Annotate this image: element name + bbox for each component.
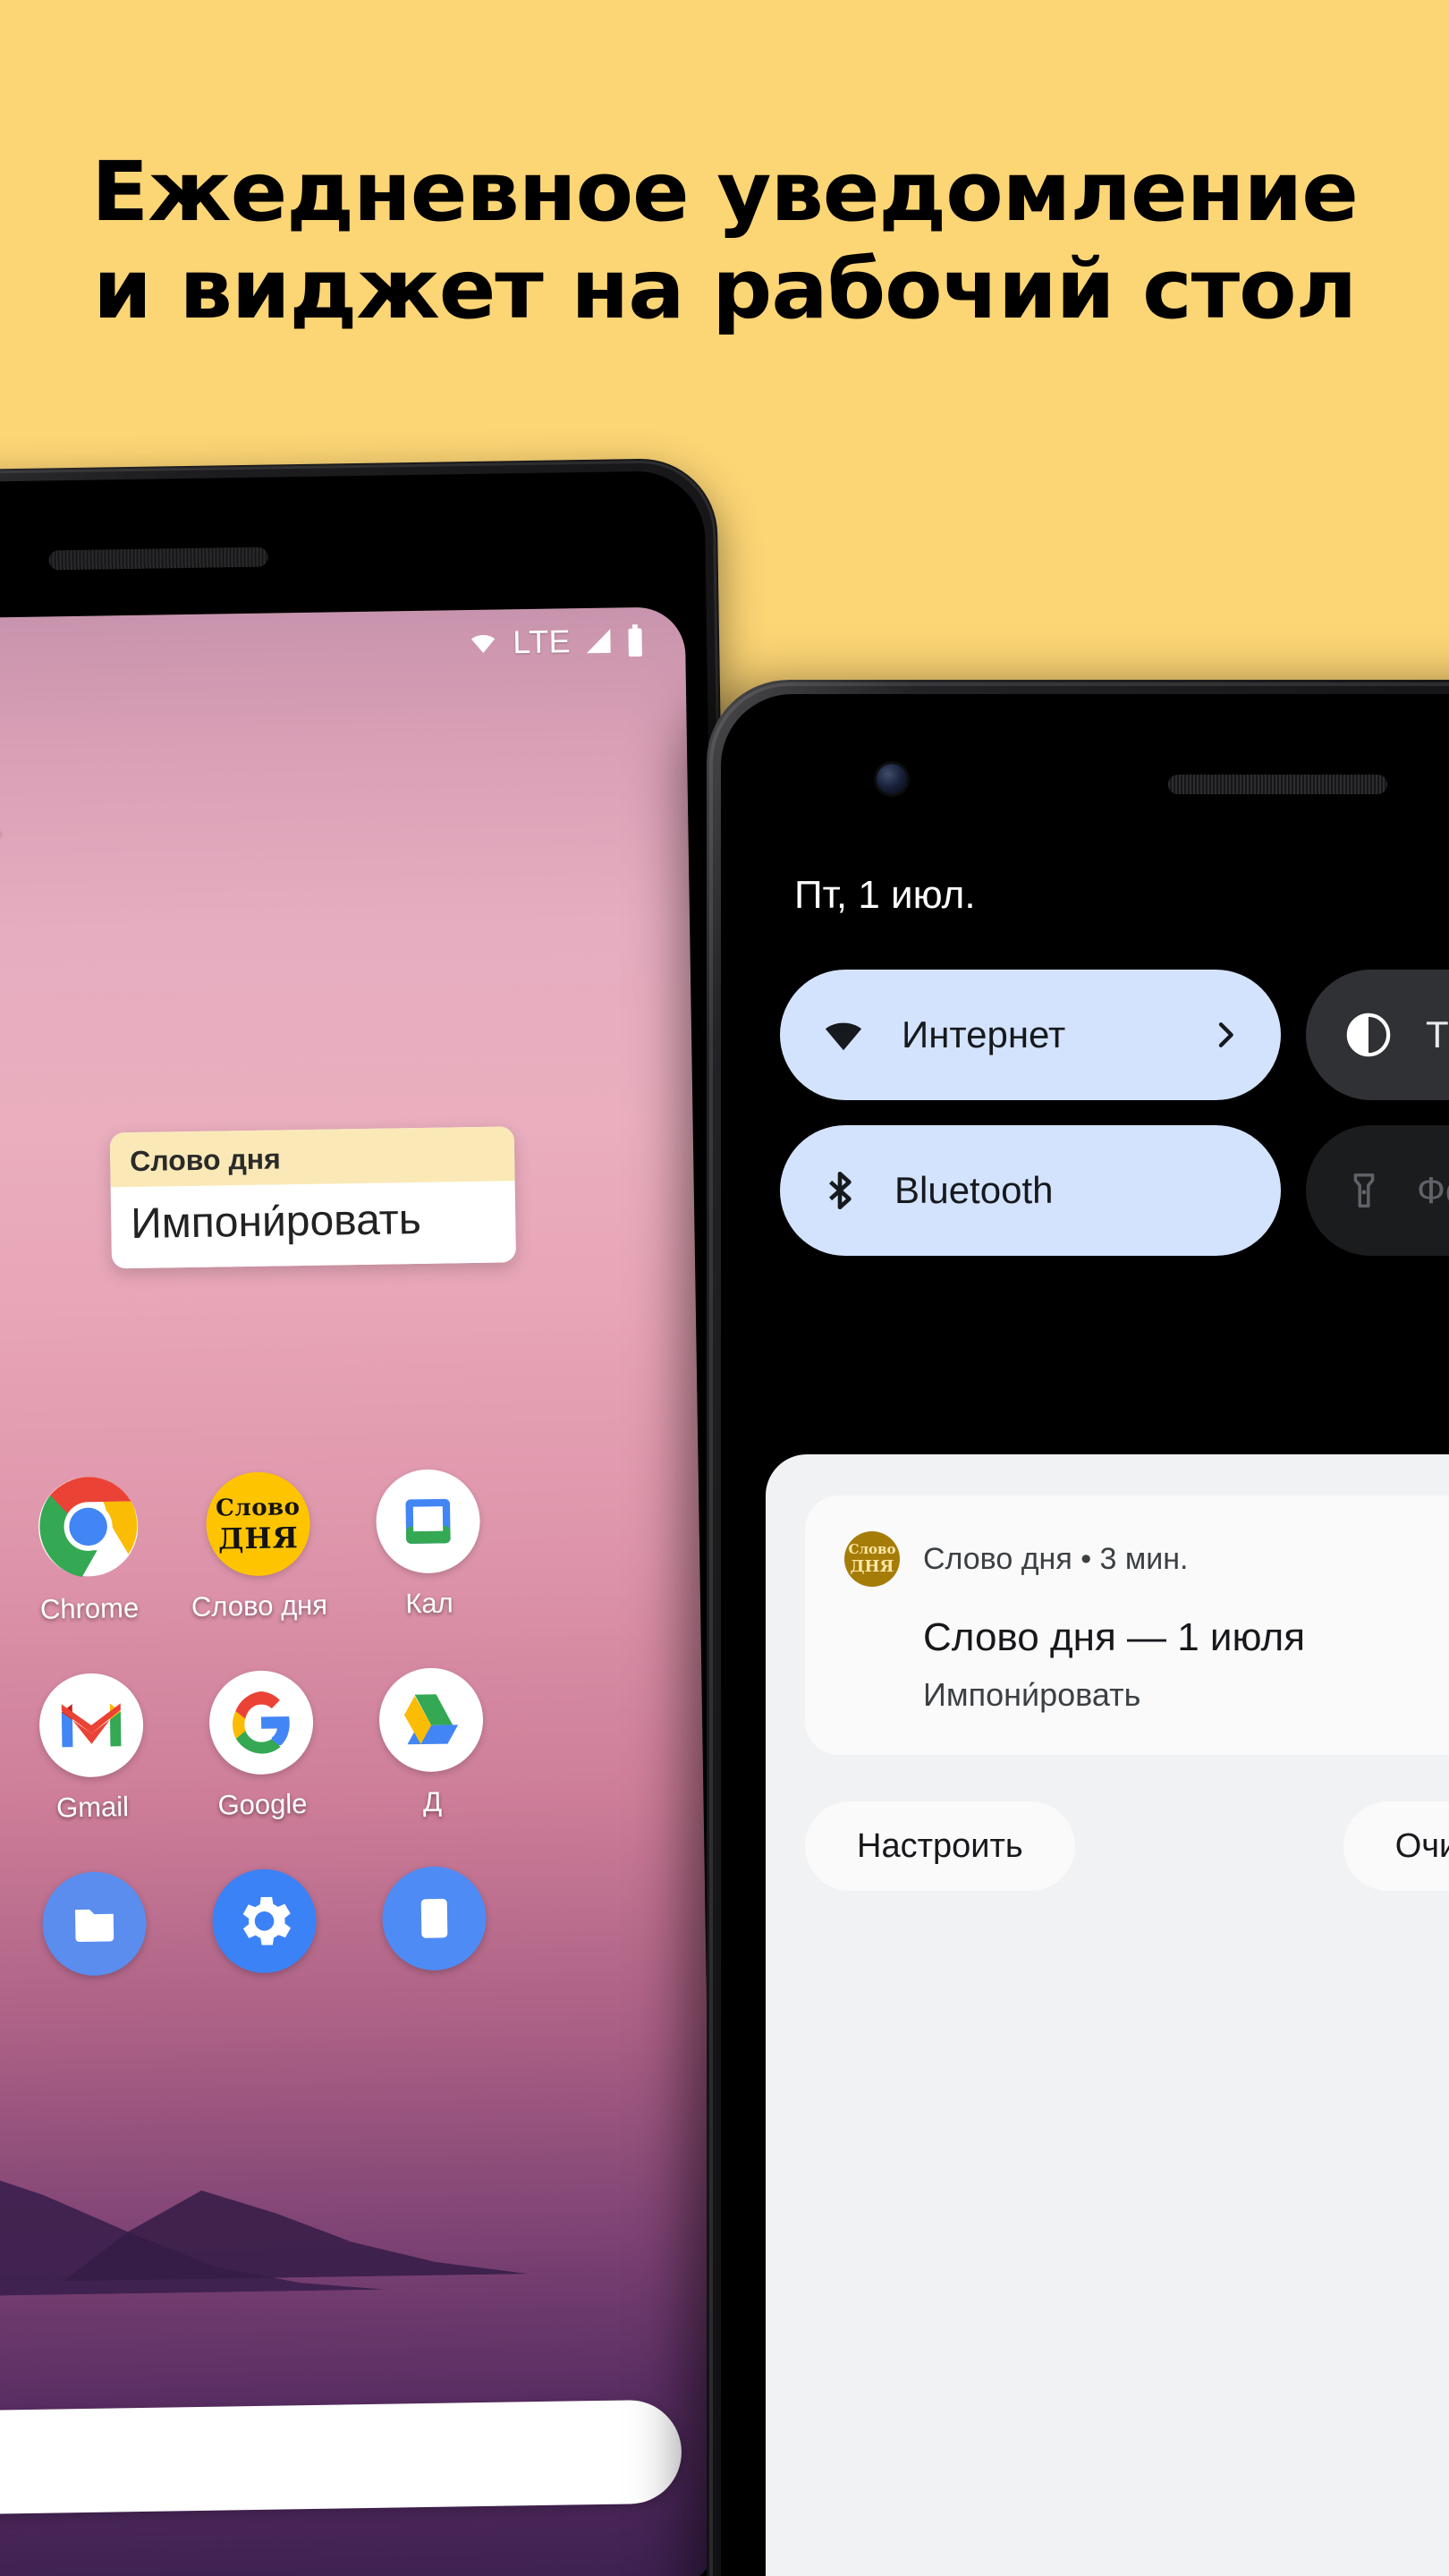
word-of-day-icon-line1: Слово (848, 1541, 896, 1557)
homescreen-app-grid: Фото (0, 1465, 708, 2043)
app-drive[interactable]: Д (345, 1666, 518, 1819)
earpiece-speaker-icon (48, 547, 268, 571)
tile-bluetooth[interactable]: Bluetooth (780, 1125, 1281, 1256)
word-of-day-icon-line1: Слово (215, 1493, 301, 1522)
poster-stage: Ежедневное уведомление и виджет на рабоч… (0, 0, 1449, 2576)
chevron-right-icon[interactable] (1208, 1017, 1243, 1053)
files-icon (41, 1870, 148, 1977)
front-phone-screen-area: Пт, 1 июл. Интернет Т Bluetooth Ф Слово … (721, 694, 1449, 2576)
google-drive-icon (378, 1666, 484, 1773)
app-files[interactable] (9, 1870, 181, 1991)
tile-internet[interactable]: Интернет (780, 970, 1281, 1100)
gmail-icon (38, 1672, 145, 1778)
wifi-icon (471, 635, 496, 654)
back-phone-screen-area: LTE 1 июл. Слово дня Импони́ровать (0, 470, 738, 2576)
app-label: Gmail (55, 1791, 130, 1824)
back-phone-date-label: 1 июл. (0, 793, 4, 847)
tile-label: Bluetooth (894, 1169, 1054, 1211)
notification-card[interactable]: Слово ДНЯ Слово дня • 3 мин. Слово дня —… (805, 1496, 1449, 1755)
battery-icon (628, 624, 642, 657)
bluetooth-icon (829, 1171, 852, 1210)
app-row (0, 1862, 707, 1995)
notification-body: Импони́ровать (923, 1676, 1141, 1713)
tile-label: Интернет (902, 1013, 1066, 1055)
front-phone-device: Пт, 1 июл. Интернет Т Bluetooth Ф Слово … (707, 680, 1449, 2576)
app-gmail[interactable]: Gmail (5, 1672, 178, 1825)
notification-header: Слово ДНЯ Слово дня • 3 мин. (844, 1531, 1449, 1587)
widget-word: Импони́ровать (110, 1181, 517, 1269)
dark-theme-icon (1346, 1013, 1391, 1057)
word-of-day-icon: Слово ДНЯ (844, 1531, 900, 1587)
app-label: Слово дня (191, 1589, 328, 1623)
app-keep[interactable] (349, 1865, 521, 1986)
app-row: Фото (0, 1465, 700, 1630)
notification-shade: Слово ДНЯ Слово дня • 3 мин. Слово дня —… (766, 1454, 1449, 2576)
settings-gear-icon (211, 1868, 318, 1974)
word-of-day-icon-line2: ДНЯ (217, 1520, 300, 1556)
tile-label: Фонарик (1417, 1169, 1449, 1211)
flashlight-icon (1353, 1174, 1375, 1208)
app-label: Google (217, 1788, 308, 1821)
google-icon (208, 1669, 314, 1775)
app-label: Д (422, 1785, 443, 1818)
word-of-day-icon-line2: ДНЯ (850, 1557, 894, 1576)
widget-title: Слово дня (109, 1126, 515, 1188)
wifi-icon (825, 1022, 862, 1051)
tile-dark-theme[interactable]: Тёмная (1306, 970, 1449, 1100)
word-of-day-widget[interactable]: Слово дня Импони́ровать (109, 1126, 517, 1269)
quick-settings-date: Пт, 1 июл. (794, 873, 976, 917)
earpiece-speaker-icon (1168, 775, 1387, 794)
app-row: aps (0, 1664, 704, 1828)
quick-settings-panel: Пт, 1 июл. Интернет Т Bluetooth Ф Слово … (744, 837, 1449, 2576)
header-banner: Ежедневное уведомление и виджет на рабоч… (0, 0, 1449, 483)
app-word-of-day[interactable]: Слово ДНЯ Слово дня (173, 1470, 345, 1623)
front-phone-frame: Пт, 1 июл. Интернет Т Bluetooth Ф Слово … (707, 680, 1449, 2576)
quick-settings-topbar: Пт, 1 июл. (744, 837, 1449, 918)
notification-title: Слово дня — 1 июля (923, 1615, 1306, 1659)
word-of-day-icon: Слово ДНЯ (205, 1470, 311, 1577)
notification-meta: Слово дня • 3 мин. (923, 1541, 1189, 1576)
tile-label: Тёмная (1426, 1013, 1449, 1055)
app-google[interactable]: Google (175, 1669, 348, 1822)
google-keep-icon (381, 1865, 487, 1971)
google-search-bar[interactable] (0, 2399, 682, 2517)
app-settings[interactable] (179, 1868, 351, 1988)
app-label: Кал (405, 1587, 453, 1620)
google-calendar-icon (375, 1468, 481, 1574)
headline-line-2: и виджет на рабочий стол (92, 242, 1357, 337)
back-phone-status-bar: LTE (466, 622, 644, 662)
back-phone-homescreen: LTE 1 июл. Слово дня Импони́ровать (0, 606, 716, 2576)
wallpaper-mountain-shape-2 (62, 2140, 529, 2281)
chrome-icon (36, 1474, 141, 1580)
notification-action-row: Настроить Очистить (805, 1801, 1449, 1891)
headline-line-1: Ежедневное уведомление (91, 144, 1359, 241)
back-phone-device: LTE 1 июл. Слово дня Импони́ровать (0, 457, 750, 2576)
network-type-label: LTE (512, 623, 572, 661)
quick-settings-tiles: Интернет Тёмная (744, 918, 1449, 1256)
signal-bars-icon (587, 629, 611, 654)
back-phone-frame: LTE 1 июл. Слово дня Импони́ровать (0, 457, 750, 2576)
manage-notifications-button[interactable]: Настроить (805, 1801, 1075, 1891)
app-calendar[interactable]: Кал (343, 1468, 515, 1621)
clear-all-button[interactable]: Очистить (1343, 1801, 1449, 1891)
app-chrome[interactable]: Chrome (3, 1473, 175, 1626)
tile-flashlight[interactable]: Фонарик (1306, 1125, 1449, 1256)
front-camera-icon (877, 764, 907, 794)
app-label: Chrome (39, 1591, 140, 1625)
